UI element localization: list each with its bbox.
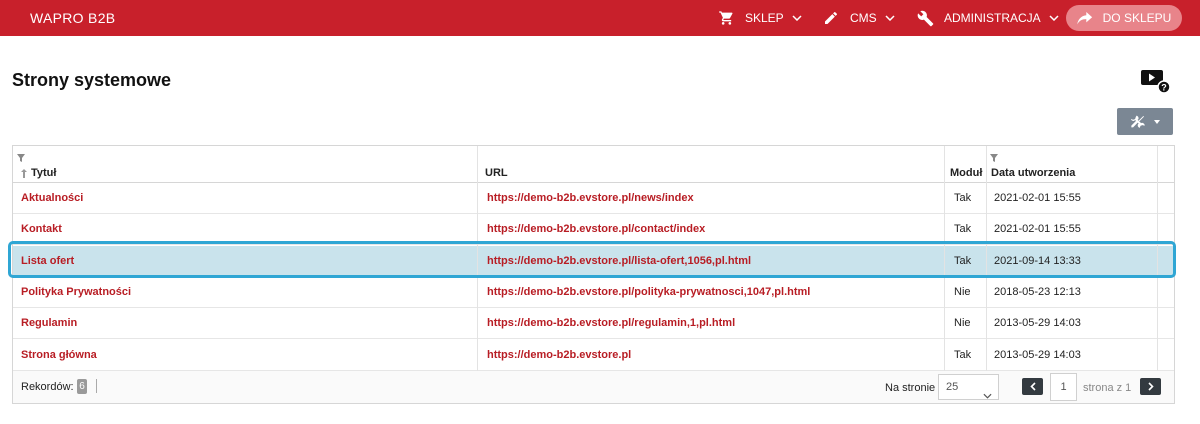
row-url-link[interactable]: https://demo-b2b.evstore.pl/news/index <box>487 192 694 204</box>
wrench-icon <box>916 9 934 27</box>
column-divider <box>1157 183 1158 371</box>
video-help-icon[interactable]: ? <box>1140 68 1172 94</box>
filter-icon[interactable] <box>990 149 998 162</box>
row-module-value: Nie <box>954 317 971 330</box>
row-url-link[interactable]: https://demo-b2b.evstore.pl/regulamin,1,… <box>487 317 735 329</box>
table-row[interactable]: Polityka Prywatności https://demo-b2b.evs… <box>13 277 1174 308</box>
table-row[interactable]: Lista ofert https://demo-b2b.evstore.pl/l… <box>13 245 1174 277</box>
column-divider <box>944 146 945 183</box>
row-title-link[interactable]: Kontakt <box>21 223 62 235</box>
row-created-date: 2013-05-29 14:03 <box>994 348 1081 361</box>
row-module-value: Nie <box>954 285 971 298</box>
column-divider <box>986 183 987 371</box>
column-header-created[interactable]: Data utworzenia <box>991 167 1075 179</box>
chevron-down-icon <box>885 15 895 21</box>
column-divider <box>477 146 478 183</box>
table-header: Tytuł URL Moduł Data utworzenia <box>13 146 1174 183</box>
filter-icon[interactable] <box>17 149 25 162</box>
table-row[interactable]: Kontakt https://demo-b2b.evstore.pl/conta… <box>13 214 1174 246</box>
column-title-label: Tytuł <box>31 167 57 179</box>
nav-sklep[interactable]: SKLEP <box>717 0 802 36</box>
row-url-link[interactable]: https://demo-b2b.evstore.pl/lista-ofert,… <box>487 255 751 267</box>
divider <box>96 379 97 393</box>
row-created-date: 2018-05-23 12:13 <box>994 285 1081 298</box>
row-module-value: Tak <box>954 254 972 267</box>
table-footer: Rekordów: 6 Na stronie 25 1 strona z 1 <box>13 371 1174 403</box>
share-arrow-icon <box>1076 11 1093 25</box>
system-pages-table: Tytuł URL Moduł Data utworzenia Aktualno… <box>12 145 1175 404</box>
row-created-date: 2021-02-01 15:55 <box>994 223 1081 236</box>
row-module-value: Tak <box>954 223 972 236</box>
row-url-link[interactable]: https://demo-b2b.evstore.pl/polityka-pry… <box>487 286 810 298</box>
brand-logo[interactable]: WAPRO B2B <box>30 10 115 26</box>
go-to-shop-button[interactable]: DO SKLEPU <box>1066 5 1182 31</box>
column-divider <box>1157 146 1158 183</box>
column-divider <box>986 146 987 183</box>
chevron-right-icon <box>1147 382 1154 391</box>
records-label: Rekordów: <box>21 381 74 393</box>
nav-cms[interactable]: CMS <box>822 0 895 36</box>
table-row[interactable]: Strona główna https://demo-b2b.evstore.pl… <box>13 340 1174 371</box>
chevron-down-icon <box>792 15 802 21</box>
next-page-button[interactable] <box>1140 378 1161 395</box>
row-module-value: Tak <box>954 348 972 361</box>
nav-administracja[interactable]: ADMINISTRACJA <box>916 0 1059 36</box>
chevron-down-icon <box>1049 15 1059 21</box>
per-page-select[interactable]: 25 <box>938 374 999 400</box>
svg-text:?: ? <box>1161 83 1167 93</box>
per-page-label: Na stronie <box>885 382 936 394</box>
row-url-link[interactable]: https://demo-b2b.evstore.pl/contact/inde… <box>487 223 705 235</box>
chevron-left-icon <box>1029 382 1036 391</box>
column-divider <box>477 183 478 371</box>
column-divider <box>944 183 945 371</box>
per-page-value: 25 <box>946 381 959 393</box>
chevron-down-icon <box>983 384 992 408</box>
pencil-icon <box>822 9 840 27</box>
page-title: Strony systemowe <box>12 70 172 90</box>
column-header-url[interactable]: URL <box>485 167 508 179</box>
row-title-link[interactable]: Aktualności <box>21 192 83 204</box>
row-module-value: Tak <box>954 192 972 204</box>
row-title-link[interactable]: Lista ofert <box>21 255 74 267</box>
column-header-module[interactable]: Moduł <box>950 167 982 179</box>
row-created-date: 2021-09-14 13:33 <box>994 254 1081 267</box>
table-row[interactable]: Regulamin https://demo-b2b.evstore.pl/reg… <box>13 308 1174 340</box>
column-header-title[interactable]: Tytuł <box>21 167 56 179</box>
row-url-link[interactable]: https://demo-b2b.evstore.pl <box>487 349 631 361</box>
row-created-date: 2021-02-01 15:55 <box>994 192 1081 204</box>
page-of-label: strona z 1 <box>1083 382 1132 394</box>
tools-dropdown-button[interactable] <box>1117 108 1173 135</box>
sort-asc-icon <box>21 168 27 178</box>
row-created-date: 2013-05-29 14:03 <box>994 317 1081 330</box>
row-title-link[interactable]: Strona główna <box>21 349 97 361</box>
table-row[interactable]: Aktualności https://demo-b2b.evstore.pl/n… <box>13 183 1174 214</box>
previous-page-button[interactable] <box>1022 378 1043 395</box>
go-to-shop-label: DO SKLEPU <box>1102 11 1172 25</box>
row-title-link[interactable]: Polityka Prywatności <box>21 286 131 298</box>
nav-cms-label: CMS <box>850 11 877 25</box>
top-navbar: WAPRO B2B SKLEP CMS ADMINISTRACJA DO SKL <box>0 0 1200 36</box>
cart-icon <box>717 9 735 27</box>
nav-sklep-label: SKLEP <box>745 11 784 25</box>
records-count-badge: 6 <box>77 379 87 394</box>
row-title-link[interactable]: Regulamin <box>21 317 77 329</box>
tools-icon <box>1130 114 1146 130</box>
page-number-input[interactable]: 1 <box>1050 373 1077 401</box>
caret-down-icon <box>1154 119 1160 124</box>
nav-administracja-label: ADMINISTRACJA <box>944 11 1041 25</box>
